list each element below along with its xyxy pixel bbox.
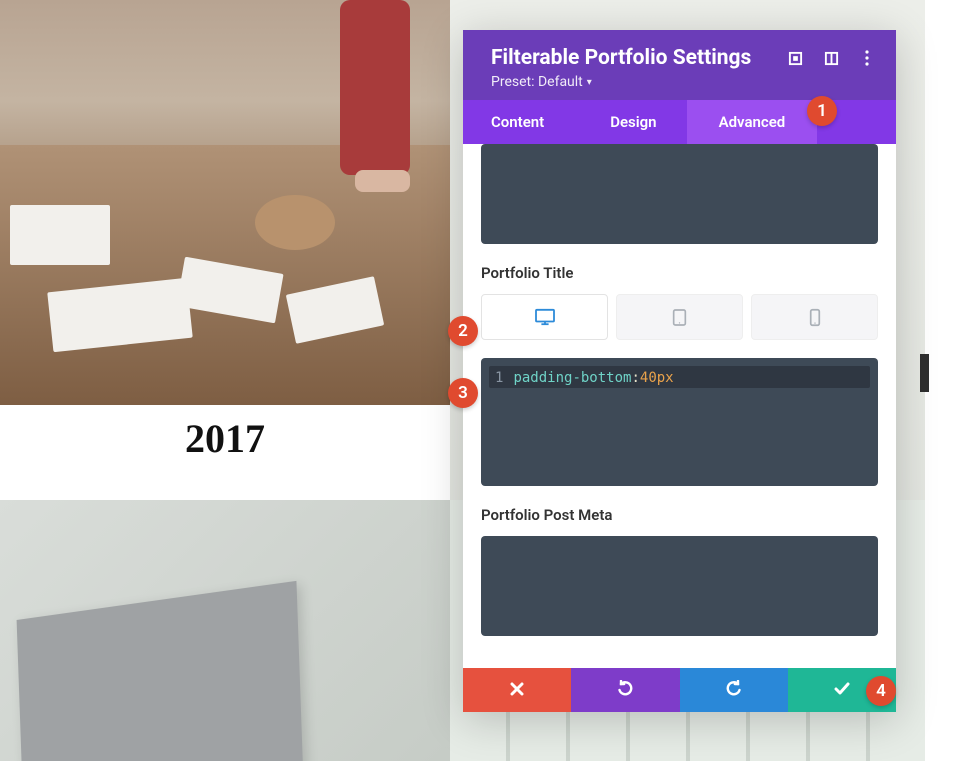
right-gutter [925,0,960,761]
photo-person-foot [355,170,410,192]
responsive-device-row [481,294,878,340]
callout-1: 1 [807,96,837,126]
code-box-meta[interactable] [481,536,878,636]
panel-footer [463,668,896,712]
columns-icon[interactable] [822,49,840,67]
device-phone-button[interactable] [751,294,878,340]
settings-panel: Filterable Portfolio Settings Preset: De… [463,30,896,712]
code-value: 40px [640,370,674,386]
panel-body: Portfolio Title 1 padding-bottom:40px Por… [463,144,896,668]
close-icon [510,681,524,700]
expand-icon[interactable] [786,49,804,67]
panel-header-icons [786,49,876,67]
preset-label: Preset: Default [491,74,583,90]
tab-design[interactable]: Design [580,100,686,144]
code-line-number: 1 [495,370,503,386]
caret-down-icon: ▾ [587,77,592,88]
portfolio-year-label: 2017 [0,415,450,462]
cancel-button[interactable] [463,668,571,712]
tab-advanced[interactable]: Advanced [687,100,818,144]
check-icon [834,681,850,700]
code-box-top[interactable] [481,144,878,244]
panel-title: Filterable Portfolio Settings [491,46,751,70]
photo-paper [10,205,110,265]
panel-header: Filterable Portfolio Settings Preset: De… [463,30,896,100]
photo-palette [255,195,335,250]
photo-person-legs [340,0,410,175]
code-property: padding-bottom [513,370,631,386]
callout-4: 4 [866,676,896,706]
portfolio-photo-top [0,0,450,405]
page-background: 2017 Filterable Portfolio Settings [0,0,960,761]
dark-sidebar-hint [920,354,929,392]
section-label-portfolio-post-meta: Portfolio Post Meta [481,506,878,524]
callout-2: 2 [448,316,478,346]
tab-content[interactable]: Content [463,100,580,144]
redo-button[interactable] [680,668,788,712]
css-code-editor[interactable]: 1 padding-bottom:40px [481,358,878,486]
portfolio-photo-bottom [0,500,450,761]
code-colon: : [631,370,639,386]
redo-icon [726,680,742,700]
callout-3: 3 [448,378,478,408]
undo-icon [617,680,633,700]
preset-selector[interactable]: Preset: Default ▾ [491,74,592,90]
photo-canvas [17,581,304,761]
more-icon[interactable] [858,49,876,67]
panel-title-row: Filterable Portfolio Settings [491,46,876,70]
device-tablet-button[interactable] [616,294,743,340]
undo-button[interactable] [571,668,679,712]
device-desktop-button[interactable] [481,294,608,340]
section-label-portfolio-title: Portfolio Title [481,264,878,282]
